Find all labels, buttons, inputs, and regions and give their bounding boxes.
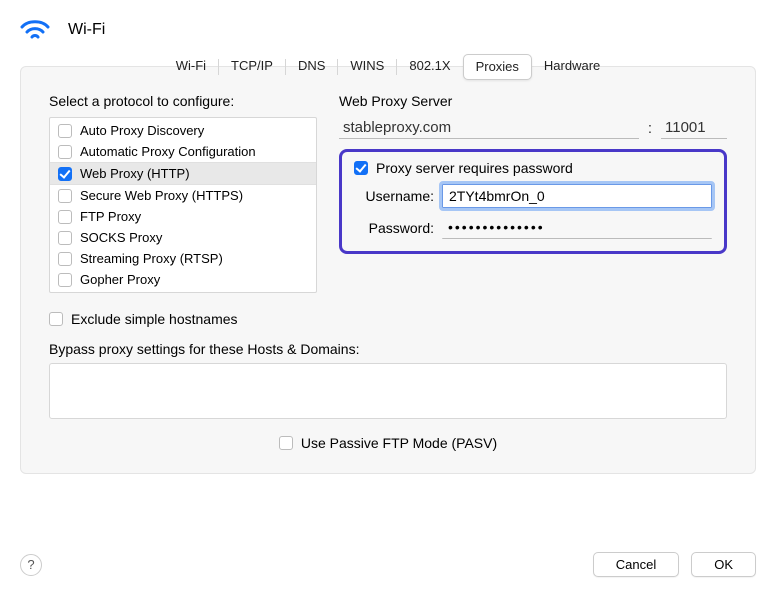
protocol-label: Auto Proxy Discovery <box>80 123 204 138</box>
requires-password-label: Proxy server requires password <box>376 160 573 176</box>
tab-hardware[interactable]: Hardware <box>532 54 612 80</box>
tab-proxies[interactable]: Proxies <box>463 54 532 80</box>
window-title: Wi-Fi <box>68 21 105 39</box>
protocol-checkbox[interactable] <box>58 210 72 224</box>
tab-bar: Wi-FiTCP/IPDNSWINS802.1XProxiesHardware <box>164 54 613 80</box>
proxy-host-input[interactable] <box>339 117 639 139</box>
exclude-hostnames-label: Exclude simple hostnames <box>71 311 238 327</box>
footer-bar: ? Cancel OK <box>20 552 756 577</box>
protocol-checkbox[interactable] <box>58 189 72 203</box>
protocol-label: Streaming Proxy (RTSP) <box>80 251 223 266</box>
protocol-row[interactable]: FTP Proxy <box>50 206 316 227</box>
protocol-row[interactable]: SOCKS Proxy <box>50 227 316 248</box>
bypass-label: Bypass proxy settings for these Hosts & … <box>49 341 727 357</box>
password-label: Password: <box>354 220 434 236</box>
protocol-row[interactable]: Secure Web Proxy (HTTPS) <box>50 185 316 206</box>
exclude-hostnames-checkbox[interactable] <box>49 312 63 326</box>
protocol-row[interactable]: Auto Proxy Discovery <box>50 120 316 141</box>
wifi-icon <box>20 18 50 42</box>
tab-tcpip[interactable]: TCP/IP <box>219 54 285 80</box>
protocol-checkbox[interactable] <box>58 167 72 181</box>
protocol-checkbox[interactable] <box>58 252 72 266</box>
pasv-label: Use Passive FTP Mode (PASV) <box>301 435 497 451</box>
server-section-label: Web Proxy Server <box>339 93 727 109</box>
cancel-button[interactable]: Cancel <box>593 552 679 577</box>
tab-wins[interactable]: WINS <box>338 54 396 80</box>
protocol-row[interactable]: Gopher Proxy <box>50 269 316 290</box>
password-input[interactable] <box>442 216 712 239</box>
bypass-hosts-textarea[interactable] <box>49 363 727 419</box>
tab-dns[interactable]: DNS <box>286 54 337 80</box>
protocol-label: Web Proxy (HTTP) <box>80 166 190 181</box>
help-button[interactable]: ? <box>20 554 42 576</box>
protocol-label: Automatic Proxy Configuration <box>80 144 256 159</box>
pasv-checkbox[interactable] <box>279 436 293 450</box>
protocol-label: SOCKS Proxy <box>80 230 162 245</box>
protocol-checkbox[interactable] <box>58 145 72 159</box>
protocol-label: Secure Web Proxy (HTTPS) <box>80 188 243 203</box>
protocol-list[interactable]: Auto Proxy Discovery Automatic Proxy Conf… <box>49 117 317 293</box>
tab-8021x[interactable]: 802.1X <box>397 54 462 80</box>
ok-button[interactable]: OK <box>691 552 756 577</box>
proxy-port-input[interactable] <box>661 117 727 139</box>
protocol-row[interactable]: Automatic Proxy Configuration <box>50 141 316 162</box>
host-port-separator: : <box>645 120 655 137</box>
protocol-label: FTP Proxy <box>80 209 141 224</box>
protocol-checkbox[interactable] <box>58 124 72 138</box>
protocol-select-label: Select a protocol to configure: <box>49 93 317 109</box>
requires-password-checkbox[interactable] <box>354 161 368 175</box>
tab-wifi[interactable]: Wi-Fi <box>164 54 218 80</box>
window-header: Wi-Fi <box>20 18 756 42</box>
auth-highlight-box: Proxy server requires password Username:… <box>339 149 727 254</box>
protocol-checkbox[interactable] <box>58 273 72 287</box>
settings-panel: Select a protocol to configure: Auto Pro… <box>20 66 756 474</box>
protocol-row[interactable]: Streaming Proxy (RTSP) <box>50 248 316 269</box>
username-input[interactable] <box>442 184 712 208</box>
protocol-row[interactable]: Web Proxy (HTTP) <box>50 162 316 185</box>
protocol-label: Gopher Proxy <box>80 272 160 287</box>
protocol-checkbox[interactable] <box>58 231 72 245</box>
username-label: Username: <box>354 188 434 204</box>
